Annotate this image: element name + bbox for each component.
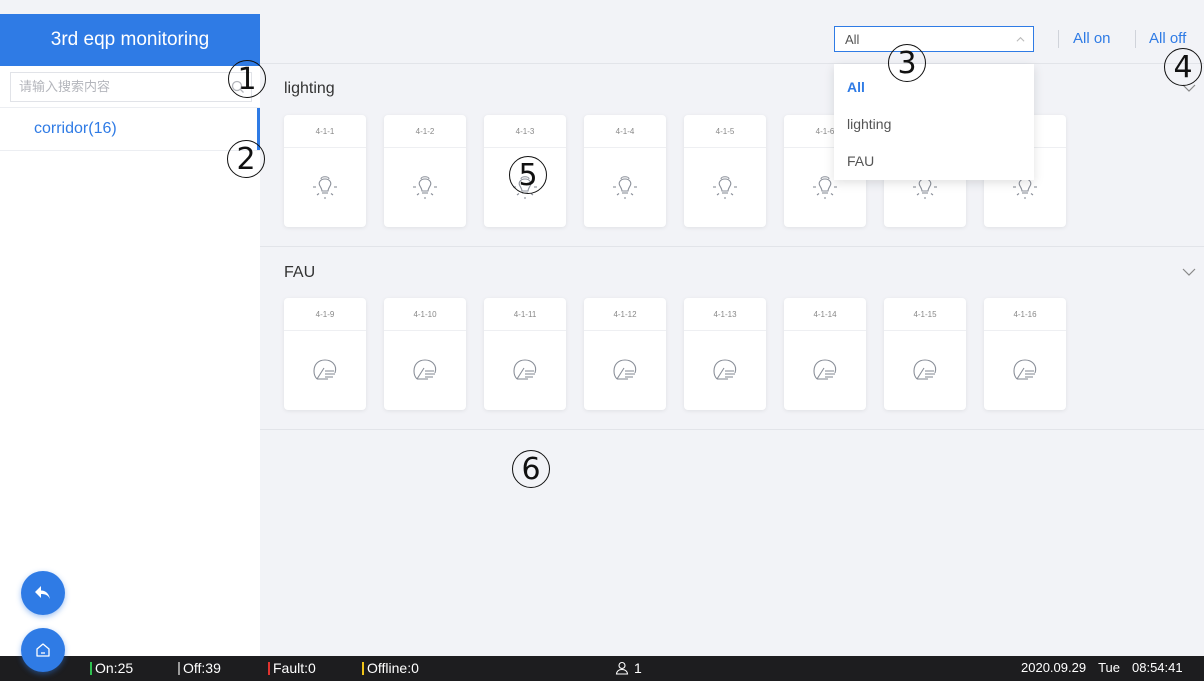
fan-icon — [784, 331, 866, 409]
callout-5: 5 — [509, 156, 547, 194]
device-card[interactable]: 4-1-13 — [684, 298, 766, 410]
all-on-button[interactable]: All on — [1073, 30, 1111, 47]
status-bar: On:25 Off:39 Fault:0 Offline:0 1 2020.09… — [0, 656, 1204, 681]
sidebar-item-label: corridor(16) — [34, 120, 117, 137]
device-card[interactable]: 4-1-16 — [984, 298, 1066, 410]
device-card-label: 4-1-5 — [684, 115, 766, 148]
device-card-label: 4-1-2 — [384, 115, 466, 148]
status-on: On:25 — [90, 660, 133, 676]
chevron-down-icon[interactable] — [1182, 268, 1196, 277]
sidebar-item-corridor[interactable]: corridor(16) — [0, 107, 260, 151]
device-card[interactable]: 4-1-4 — [584, 115, 666, 227]
category-filter-select[interactable]: All — [834, 26, 1034, 52]
section-divider — [260, 429, 1204, 430]
toolbar-divider — [1135, 30, 1136, 48]
dropdown-option-lighting[interactable]: lighting — [834, 105, 1034, 142]
all-off-button[interactable]: All off — [1149, 30, 1186, 47]
fan-icon — [584, 331, 666, 409]
time-label: 08:54:41 — [1132, 660, 1183, 675]
status-on-label: On:25 — [95, 660, 134, 676]
status-off: Off:39 — [178, 660, 221, 676]
section-title-lighting: lighting — [284, 80, 335, 97]
device-card-label: 4-1-1 — [284, 115, 366, 148]
fan-icon — [384, 331, 466, 409]
user-icon — [615, 661, 629, 675]
light-bulb-icon — [384, 148, 466, 226]
device-card[interactable]: 4-1-14 — [784, 298, 866, 410]
search-input[interactable] — [11, 73, 251, 101]
section-divider — [260, 246, 1204, 247]
date-label: 2020.09.29 — [1021, 660, 1087, 675]
dropdown-option-fau[interactable]: FAU — [834, 142, 1034, 179]
device-card[interactable]: 4-1-2 — [384, 115, 466, 227]
select-value: All — [845, 31, 860, 47]
fan-icon — [984, 331, 1066, 409]
status-fault-indicator — [268, 661, 270, 675]
filter-dropdown: All lighting FAU — [834, 64, 1034, 180]
status-fault-label: Fault:0 — [273, 660, 316, 676]
device-card-label: 4-1-11 — [484, 298, 566, 331]
sidebar-title: 3rd eqp monitoring — [0, 14, 260, 66]
status-offline-label: Offline:0 — [367, 660, 419, 676]
device-card[interactable]: 4-1-10 — [384, 298, 466, 410]
device-card[interactable]: 4-1-11 — [484, 298, 566, 410]
light-bulb-icon — [584, 148, 666, 226]
callout-3: 3 — [888, 44, 926, 82]
device-card[interactable]: 4-1-12 — [584, 298, 666, 410]
dropdown-option-all[interactable]: All — [834, 68, 1034, 105]
light-bulb-icon — [684, 148, 766, 226]
callout-6: 6 — [512, 450, 550, 488]
status-off-indicator — [178, 661, 180, 675]
device-card[interactable]: 4-1-15 — [884, 298, 966, 410]
datetime: 2020.09.29 Tue 08:54:41 — [1021, 660, 1183, 675]
home-icon — [36, 643, 50, 657]
fan-icon — [884, 331, 966, 409]
status-on-indicator — [90, 661, 92, 675]
back-arrow-icon — [35, 586, 50, 599]
device-card-label: 4-1-9 — [284, 298, 366, 331]
device-card-label: 4-1-14 — [784, 298, 866, 331]
chevron-up-icon — [1016, 36, 1025, 42]
search-box — [10, 72, 252, 102]
device-card-label: 4-1-12 — [584, 298, 666, 331]
device-card-label: 4-1-4 — [584, 115, 666, 148]
status-offline-indicator — [362, 661, 364, 675]
device-card[interactable]: 4-1-1 — [284, 115, 366, 227]
device-card[interactable]: 4-1-9 — [284, 298, 366, 410]
device-card-label: 4-1-10 — [384, 298, 466, 331]
device-card[interactable]: 4-1-5 — [684, 115, 766, 227]
device-card-label: 4-1-13 — [684, 298, 766, 331]
back-button[interactable] — [21, 571, 65, 615]
home-button[interactable] — [21, 628, 65, 672]
status-off-label: Off:39 — [183, 660, 221, 676]
fan-icon — [284, 331, 366, 409]
light-bulb-icon — [284, 148, 366, 226]
toolbar: All All on All off — [260, 14, 1204, 64]
callout-4: 4 — [1164, 48, 1202, 86]
callout-1: 1 — [228, 60, 266, 98]
device-card-label: 4-1-16 — [984, 298, 1066, 331]
device-card-label: 4-1-15 — [884, 298, 966, 331]
sidebar: 3rd eqp monitoring corridor(16) — [0, 14, 260, 656]
status-fault: Fault:0 — [268, 660, 316, 676]
callout-2: 2 — [227, 140, 265, 178]
fan-icon — [684, 331, 766, 409]
status-offline: Offline:0 — [362, 660, 419, 676]
online-users-count: 1 — [634, 660, 642, 676]
weekday-label: Tue — [1098, 660, 1120, 675]
section-title-fau: FAU — [284, 264, 316, 281]
toolbar-divider — [1058, 30, 1059, 48]
device-card-label: 4-1-3 — [484, 115, 566, 148]
fan-icon — [484, 331, 566, 409]
online-users: 1 — [615, 660, 642, 676]
